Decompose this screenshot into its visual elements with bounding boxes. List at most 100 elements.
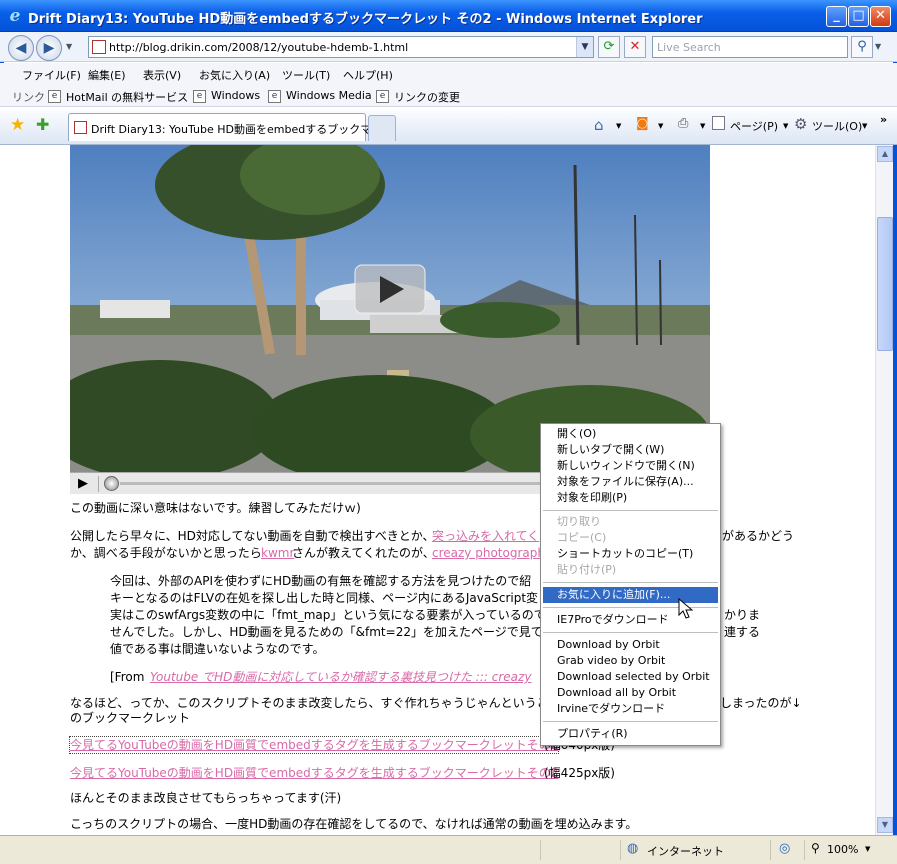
link-page-icon: e — [268, 90, 281, 103]
ctx-copy-shortcut[interactable]: ショートカットのコピー(T) — [543, 546, 718, 562]
link-customize[interactable]: リンクの変更 — [394, 89, 460, 105]
ctx-separator — [543, 510, 718, 511]
zoom-level: 100% — [827, 843, 859, 856]
context-menu: 開く(O) 新しいタブで開く(W) 新しいウィンドウで開く(N) 対象をファイル… — [540, 423, 721, 746]
status-bar: ◍ インターネット ◎ ⚲ 100% ▼ — [0, 835, 897, 864]
quote-source-link[interactable]: Youtube でHD動画に対応しているか確認する裏技見つけた ::: crea… — [150, 669, 531, 685]
tab-active-label: Drift Diary13: YouTube HD動画をembedするブックマ.… — [91, 123, 382, 136]
ctx-open-new-window[interactable]: 新しいウィンドウで開く(N) — [543, 458, 718, 474]
paragraph-text: しまったのが↓ — [720, 696, 802, 710]
bookmarklet-size-425: (幅425px版) — [544, 766, 615, 780]
quote-line: キーとなるのはFLVの在処を探し出した時と同様、ページ内にあるJavaScrip… — [110, 591, 539, 605]
ctx-orbit-download[interactable]: Download by Orbit — [543, 637, 718, 653]
new-tab-button[interactable] — [368, 115, 396, 141]
link-windows[interactable]: Windows — [211, 89, 260, 102]
print-icon[interactable]: ⎙ — [678, 116, 688, 131]
print-dropdown-icon[interactable]: ▼ — [700, 122, 705, 130]
minimize-button[interactable]: _ — [826, 6, 847, 27]
ctx-properties[interactable]: プロパティ(R) — [543, 726, 718, 742]
scroll-down-button[interactable]: ▼ — [877, 817, 893, 833]
menu-view[interactable]: 表示(V) — [143, 67, 181, 83]
menu-favorites[interactable]: お気に入り(A) — [199, 67, 270, 83]
ctx-print-target[interactable]: 対象を印刷(P) — [543, 490, 718, 506]
ctx-orbit-grab[interactable]: Grab video by Orbit — [543, 653, 718, 669]
globe-icon: ◍ — [627, 841, 639, 856]
menu-file[interactable]: ファイル(F) — [22, 67, 81, 83]
ctx-open[interactable]: 開く(O) — [543, 426, 718, 442]
feed-icon[interactable]: ◙ — [636, 116, 649, 131]
seek-handle[interactable] — [104, 476, 119, 491]
paragraph-link[interactable]: creazy photograph — [432, 545, 545, 561]
search-options-icon[interactable]: ▼ — [875, 42, 881, 51]
add-favorite-icon[interactable]: ✚ — [36, 115, 49, 134]
seek-bar[interactable] — [120, 482, 550, 485]
video-caption: この動画に深い意味はないです。練習してみただけｗ) — [70, 501, 361, 515]
zoom-dropdown-icon[interactable]: ▼ — [865, 845, 870, 853]
menu-help[interactable]: ヘルプ(H) — [343, 67, 393, 83]
quote-line: 値である事は間違いないようなのです。 — [110, 642, 325, 656]
address-dropdown-button[interactable]: ▼ — [576, 37, 593, 57]
page-menu[interactable]: ページ(P) — [730, 118, 778, 134]
play-icon[interactable]: ▶ — [78, 476, 88, 491]
maximize-button[interactable]: □ — [848, 6, 869, 27]
bookmarklet-link-425[interactable]: 今見てるYouTubeの動画をHD画質でembedするタグを生成するブックマーク… — [70, 765, 558, 781]
ctx-orbit-all[interactable]: Download all by Orbit — [543, 685, 718, 701]
quote-line: 連する — [724, 625, 761, 639]
ctx-save-target[interactable]: 対象をファイルに保存(A)... — [543, 474, 718, 490]
refresh-button[interactable]: ⟳ — [598, 36, 620, 58]
tools-menu[interactable]: ツール(O) — [812, 118, 862, 134]
paragraph-text: さんが教えてくれたのが、 — [292, 546, 435, 560]
quote-source-prefix: [From — [110, 670, 145, 684]
paragraph-link[interactable]: kwmr — [261, 545, 294, 561]
chevron-more-icon[interactable]: » — [880, 113, 887, 126]
ctx-irvine-download[interactable]: Irvineでダウンロード — [543, 701, 718, 717]
search-button[interactable]: ⚲ — [851, 36, 873, 58]
scroll-thumb[interactable] — [877, 217, 893, 351]
title-bar[interactable]: e Drift Diary13: YouTube HD動画をembedするブック… — [0, 0, 897, 32]
paragraph-text: があるかどう — [722, 529, 795, 543]
paragraph-text: なるほど、ってか、このスクリプトそのまま改変したら、すぐ作れちゃうじゃんというこ… — [70, 696, 584, 710]
search-input[interactable]: Live Search — [652, 36, 848, 58]
home-icon[interactable]: ⌂ — [594, 116, 604, 134]
quote-line: 今回は、外部のAPIを使わずにHD動画の有無を確認する方法を見つけたので紹 — [110, 574, 532, 588]
quote-line: 実はこのswfArgs変数の中に「fmt_map」という気になる要素が入っている… — [110, 608, 546, 622]
address-url: http://blog.drikin.com/2008/12/youtube-h… — [109, 41, 409, 54]
paragraph-link[interactable]: 突っ込みを入れてく — [432, 528, 539, 544]
address-field[interactable]: http://blog.drikin.com/2008/12/youtube-h… — [88, 36, 594, 58]
star-icon[interactable]: ★ — [10, 115, 25, 135]
page-icon — [92, 40, 106, 54]
back-button[interactable]: ◀ — [8, 35, 34, 61]
stop-button[interactable]: ✕ — [624, 36, 646, 58]
ctx-paste: 貼り付け(P) — [557, 563, 617, 576]
forward-button[interactable]: ▶ — [36, 35, 62, 61]
mouse-cursor-icon — [678, 598, 694, 619]
zoom-control[interactable]: ⚲ 100% ▼ — [804, 840, 874, 860]
tab-active[interactable]: Drift Diary13: YouTube HD動画をembedするブックマ.… — [68, 113, 382, 141]
link-page-icon: e — [193, 90, 206, 103]
search-icon: ⚲ — [857, 39, 867, 54]
bookmarklet-link-640[interactable]: 今見てるYouTubeの動画をHD画質でembedするタグを生成するブックマーク… — [68, 736, 560, 754]
ctx-separator — [543, 632, 718, 633]
paragraph-text: こっちのスクリプトの場合、一度HD動画の存在確認をしてるので、なければ通常の動画… — [70, 817, 638, 831]
ctx-orbit-selected[interactable]: Download selected by Orbit — [543, 669, 718, 685]
vertical-scrollbar[interactable]: ▲ ▼ — [875, 145, 893, 835]
feed-dropdown-icon[interactable]: ▼ — [658, 122, 663, 130]
menu-edit[interactable]: 編集(E) — [88, 67, 126, 83]
links-bar: リンク e HotMail の無料サービス e Windows e Window… — [0, 85, 897, 107]
page-menu-icon — [712, 116, 725, 130]
ctx-open-new-tab[interactable]: 新しいタブで開く(W) — [543, 442, 718, 458]
link-windows-media[interactable]: Windows Media — [286, 89, 372, 102]
home-dropdown-icon[interactable]: ▼ — [616, 122, 621, 130]
stop-icon: ✕ — [629, 39, 641, 54]
scroll-up-button[interactable]: ▲ — [877, 146, 893, 162]
page-content[interactable]: ▶ この動画に深い意味はないです。練習してみただけｗ) 公開したら早々に、HD対… — [0, 145, 875, 835]
back-icon: ◀ — [15, 40, 27, 56]
menu-tools[interactable]: ツール(T) — [282, 67, 330, 83]
link-hotmail[interactable]: HotMail の無料サービス — [66, 89, 188, 105]
paragraph-text: ほんとそのまま改良させてもらっちゃってます(汗) — [70, 791, 342, 805]
history-dropdown-icon[interactable]: ▼ — [66, 42, 72, 51]
tools-dropdown-icon[interactable]: ▼ — [862, 122, 867, 130]
page-dropdown-icon[interactable]: ▼ — [783, 122, 788, 130]
quote-line: せんでした。しかし、HD動画を見るための「&fmt=22」を加えたページで見てみ… — [110, 625, 567, 639]
close-button[interactable]: ✕ — [870, 6, 891, 27]
